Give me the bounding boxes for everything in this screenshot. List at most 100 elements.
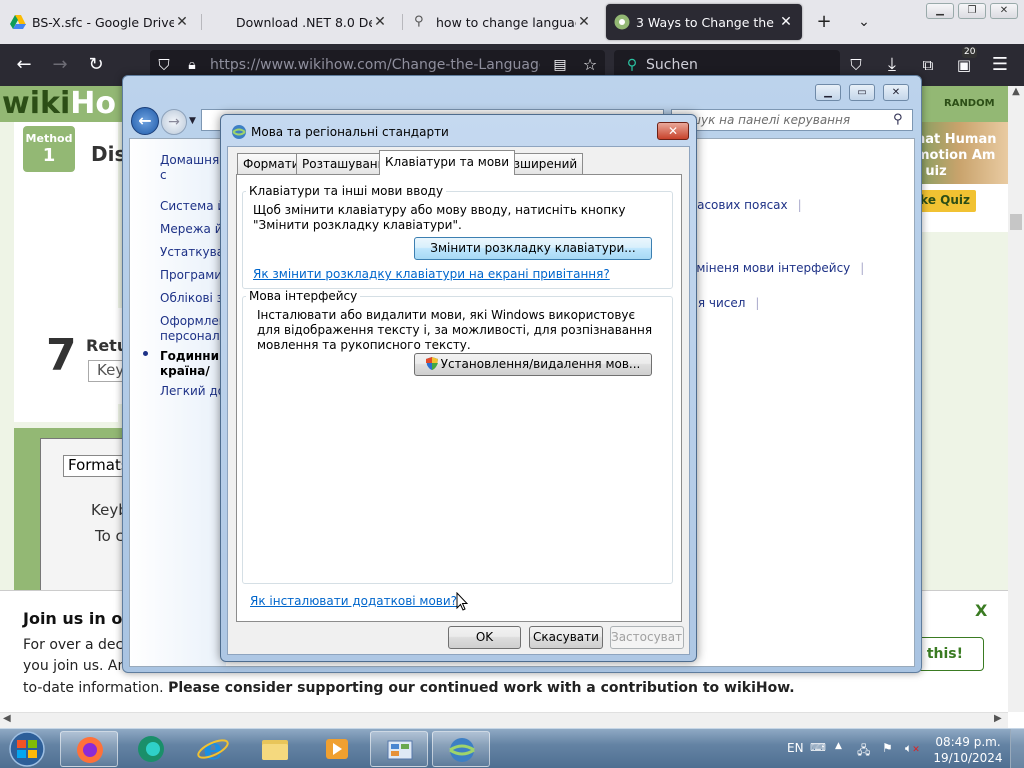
history-chevron-icon[interactable]: ▼	[189, 116, 196, 126]
apply-button[interactable]: Застосувати	[610, 626, 684, 649]
wikihow-icon	[614, 14, 630, 30]
show-hidden-icons-chevron-icon[interactable]: ▲	[835, 741, 842, 751]
sidebar-item-system[interactable]: Система й	[160, 199, 226, 214]
join-text-line: you join us. Any	[23, 658, 135, 674]
reader-view-icon[interactable]: ▤	[548, 53, 572, 77]
quiz-title[interactable]: hat Human motion Am I uiz	[916, 132, 1004, 180]
close-tab-icon[interactable]: ✕	[372, 14, 388, 30]
reload-icon[interactable]: ↻	[84, 53, 108, 77]
wikihow-logo[interactable]: wikiHo	[2, 86, 116, 121]
random-link[interactable]: RANDOM	[944, 98, 995, 109]
dialog-client: Формати Розташування Клавіатури та мови …	[227, 146, 690, 655]
search-icon: ⚲	[414, 14, 424, 29]
tab-title: Download .NET 8.0 Desktop	[236, 14, 372, 30]
sidebar-item-accounts[interactable]: Облікові за	[160, 291, 226, 306]
taskbar-region-language[interactable]	[432, 731, 490, 767]
sidebar-item-hardware[interactable]: Устаткуван	[160, 245, 226, 260]
start-button-windows-icon[interactable]	[2, 730, 52, 768]
close-tab-icon[interactable]: ✕	[778, 14, 794, 30]
search-placeholder: Suchen	[646, 57, 698, 73]
taskbar-internet-explorer[interactable]: e	[184, 731, 242, 767]
minimize-window-button[interactable]: ▁	[926, 3, 954, 19]
input-language-indicator[interactable]: EN	[787, 741, 804, 755]
cp-search-input[interactable]: шук на панелі керування	[671, 109, 913, 131]
tab-google-drive[interactable]: BS-X.sfc - Google Drive ✕	[2, 4, 198, 40]
dialog-close-button[interactable]: ✕	[657, 122, 689, 140]
addon-icon[interactable]: ▣ 20	[952, 47, 978, 77]
forward-arrow-icon[interactable]: →	[161, 109, 187, 135]
list-tabs-chevron-icon[interactable]: ⌄	[852, 10, 876, 34]
close-tab-icon[interactable]: ✕	[174, 14, 190, 30]
change-keyboards-button[interactable]: Змінити розкладку клавіатури...	[414, 237, 652, 260]
taskbar-firefox[interactable]	[60, 731, 118, 767]
url-text[interactable]: https://www.wikihow.com/Change-the-Langu…	[210, 57, 540, 73]
horizontal-scrollbar[interactable]: ◀ ▶	[0, 712, 1008, 728]
install-more-languages-link[interactable]: Як інсталювати додаткові мови?	[250, 594, 457, 608]
cp-link-ui-language[interactable]: зміненя мови інтерфейсу |	[690, 261, 864, 275]
downloads-icon[interactable]: ⤓	[880, 53, 904, 77]
back-arrow-icon[interactable]: ←	[131, 107, 159, 135]
sidebar-item-home[interactable]: Домашня с керування	[160, 153, 226, 185]
close-window-button[interactable]: ✕	[990, 3, 1018, 19]
welcome-screen-keyboard-link[interactable]: Як змінити розкладку клавіатури на екран…	[253, 267, 610, 281]
sidebar-item-programs[interactable]: Програми	[160, 268, 226, 283]
tab-dotnet-download[interactable]: Download .NET 8.0 Desktop ✕	[204, 4, 396, 40]
vertical-scrollbar[interactable]: ▲	[1008, 86, 1024, 712]
cancel-button[interactable]: Скасувати	[529, 626, 603, 649]
network-icon[interactable]: 🖧︎	[857, 741, 870, 762]
system-clock[interactable]: 08:49 p.m. 19/10/2024	[930, 734, 1006, 766]
extensions-icon[interactable]: ⧉	[916, 53, 940, 77]
chat-app-icon	[138, 736, 164, 762]
join-text: to-date information.	[23, 680, 169, 696]
close-banner-icon[interactable]: X	[975, 601, 987, 620]
link-text: зміненя мови інтерфейсу	[690, 261, 851, 275]
scroll-left-icon[interactable]: ◀	[3, 713, 11, 724]
action-center-flag-icon[interactable]: ⚑	[882, 741, 893, 755]
search-icon[interactable]: ⚲	[893, 112, 903, 127]
install-uninstall-languages-button[interactable]: Установлення/видалення мов...	[414, 353, 652, 376]
sidebar-item-ease-of-access[interactable]: Легкий дос	[160, 384, 226, 399]
taskbar-app-teal[interactable]	[122, 731, 180, 767]
show-desktop-button[interactable]	[1010, 729, 1024, 768]
folder-icon	[262, 740, 288, 760]
logo-part: Ho	[70, 86, 116, 121]
sidebar-item-appearance[interactable]: Оформлен персоналіз	[160, 314, 226, 346]
link-text: ня чисел	[690, 296, 746, 310]
back-arrow-icon[interactable]: ←	[12, 53, 36, 77]
keyboard-icon[interactable]: ⌨	[810, 741, 826, 754]
forward-arrow-icon[interactable]: →	[48, 53, 72, 77]
cp-link-timezones[interactable]: часових поясах |	[690, 198, 802, 212]
taskbar-explorer[interactable]	[246, 731, 304, 767]
scroll-up-icon[interactable]: ▲	[1008, 86, 1024, 97]
new-tab-icon[interactable]: +	[812, 10, 836, 34]
tab-title: how to change language o	[436, 14, 576, 30]
taskbar-media-player[interactable]	[308, 731, 366, 767]
bookmark-star-icon[interactable]: ☆	[578, 53, 602, 77]
cp-close-button[interactable]: ✕	[883, 84, 909, 101]
cp-maximize-button[interactable]: ▭	[849, 84, 875, 101]
shield-tracking-icon[interactable]: ⛉	[152, 53, 176, 77]
display-language-description: Інсталювати або видалити мови, які Windo…	[257, 308, 653, 352]
taskbar-control-panel[interactable]	[370, 731, 428, 767]
region-language-dialog: Мова та регіональні стандарти ✕ Формати …	[220, 114, 697, 662]
ok-button[interactable]: OK	[448, 626, 521, 649]
cp-minimize-button[interactable]: ▁	[815, 84, 841, 101]
pocket-icon[interactable]: ⛉	[844, 53, 868, 77]
tab-keyboards-languages[interactable]: Клавіатури та мови	[379, 150, 516, 175]
join-title: Join us in o	[23, 609, 123, 628]
volume-muted-icon[interactable]: 🔈︎✕	[905, 741, 920, 756]
button-label: Установлення/видалення мов...	[440, 357, 641, 371]
sidebar-item-network[interactable]: Мережа й І	[160, 222, 226, 237]
lock-icon[interactable]: 🔒︎	[180, 53, 204, 77]
restore-window-button[interactable]: ❐	[958, 3, 986, 19]
tab-wikihow[interactable]: 3 Ways to Change the Lang ✕	[606, 4, 802, 40]
sidebar-item-clock-region[interactable]: Годинник, країна/рег	[160, 349, 226, 381]
scrollbar-thumb[interactable]	[1010, 214, 1022, 230]
menu-hamburger-icon[interactable]: ☰	[988, 53, 1012, 77]
cp-link-numbers[interactable]: ня чисел |	[690, 296, 759, 310]
tab-search-language[interactable]: ⚲ how to change language o ✕	[406, 4, 600, 40]
join-text-line: For over a deca	[23, 637, 132, 653]
close-tab-icon[interactable]: ✕	[576, 14, 592, 30]
link-text: часових поясах	[690, 198, 788, 212]
scroll-right-icon[interactable]: ▶	[994, 713, 1002, 724]
